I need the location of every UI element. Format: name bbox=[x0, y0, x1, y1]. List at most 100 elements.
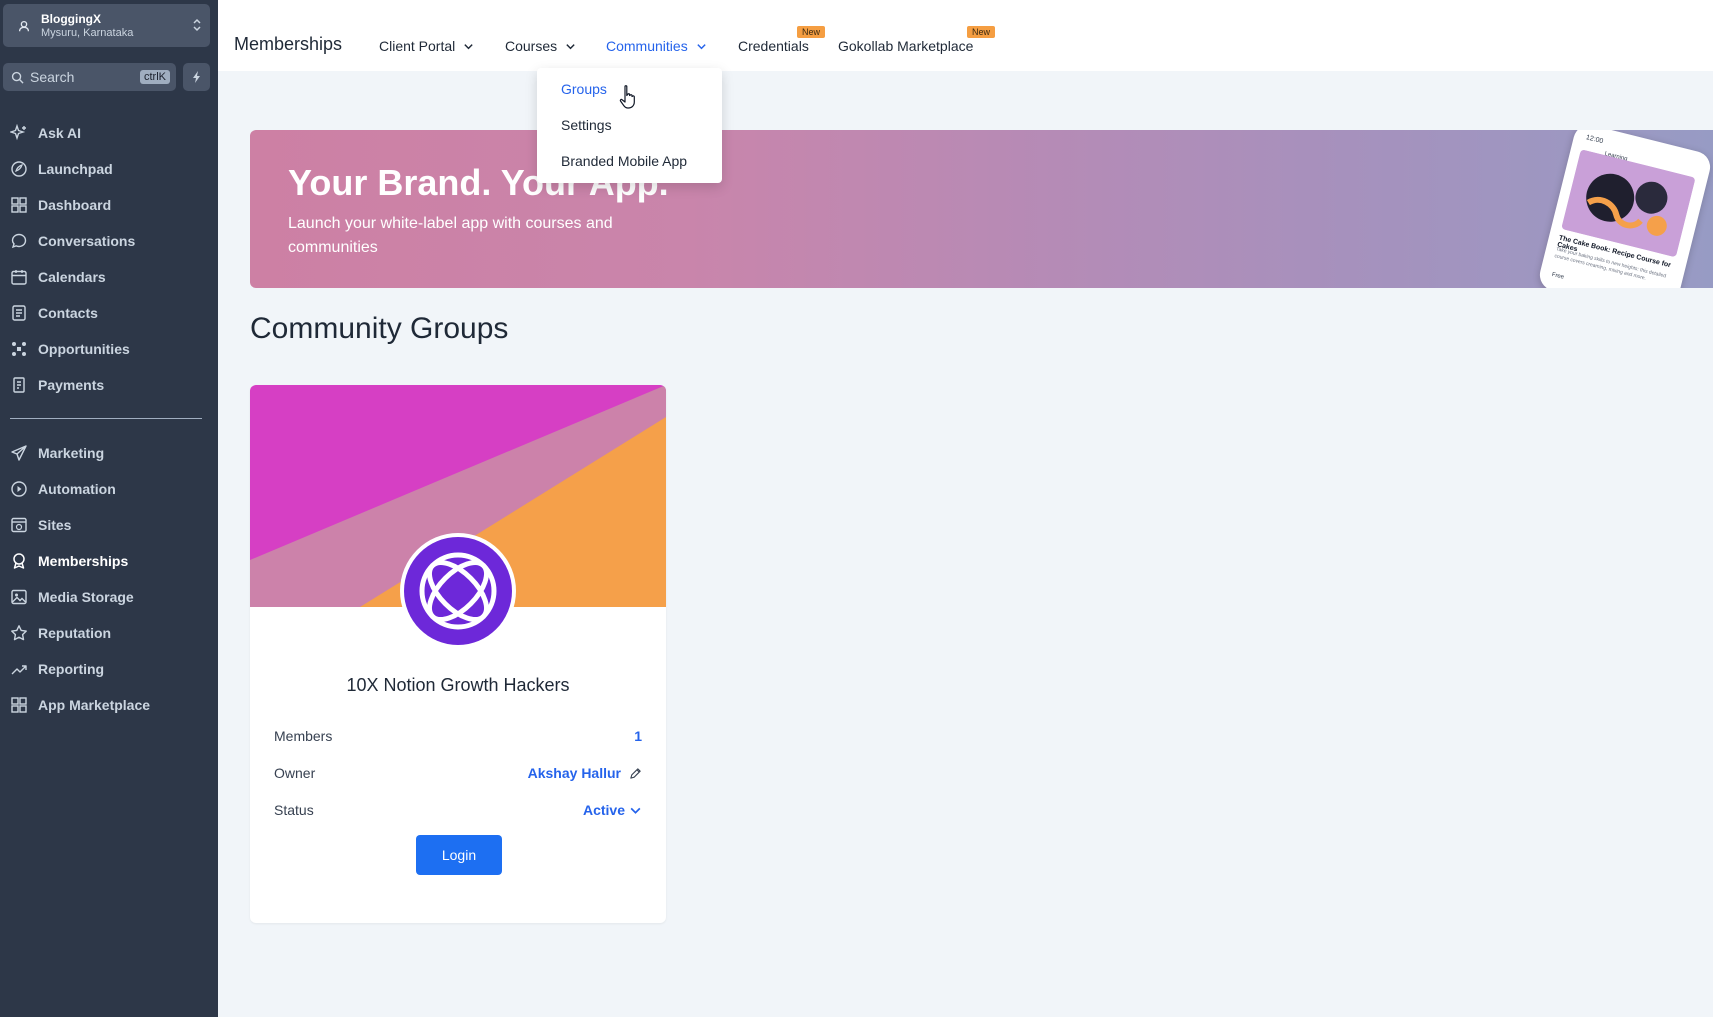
sidebar-item-label: Opportunities bbox=[38, 341, 130, 357]
sidebar-item-label: Dashboard bbox=[38, 197, 112, 213]
award-icon bbox=[13, 553, 25, 569]
sidebar-item-memberships[interactable]: Memberships bbox=[10, 548, 210, 574]
chevron-updown-icon bbox=[193, 18, 201, 32]
sidebar-item-label: Payments bbox=[38, 377, 105, 393]
sidebar-item-conversations[interactable]: Conversations bbox=[10, 228, 210, 254]
sidebar-item-reputation[interactable]: Reputation bbox=[10, 620, 210, 646]
play-circle-icon bbox=[11, 481, 27, 497]
pencil-icon[interactable] bbox=[629, 767, 642, 780]
sidebar-item-label: Memberships bbox=[38, 553, 129, 569]
image-icon bbox=[11, 589, 27, 605]
status-label: Status bbox=[274, 802, 314, 818]
owner-label: Owner bbox=[274, 765, 316, 781]
banner-subtitle: Launch your white-label app with courses… bbox=[288, 215, 613, 256]
sidebar-item-payments[interactable]: Payments bbox=[10, 372, 210, 398]
group-name: 10X Notion Growth Hackers bbox=[346, 675, 570, 695]
new-badge: New bbox=[797, 26, 826, 38]
lightning-icon bbox=[192, 71, 200, 83]
rocket-icon bbox=[11, 161, 27, 177]
chevron-down-icon bbox=[464, 43, 473, 49]
hand-cursor-icon bbox=[619, 85, 635, 109]
sidebar-divider bbox=[10, 418, 202, 419]
members-label: Members bbox=[274, 728, 333, 744]
star-icon bbox=[11, 625, 27, 641]
sidebar-item-media-storage[interactable]: Media Storage bbox=[10, 584, 210, 610]
sidebar: BloggingX Mysuru, Karnataka Search ctrlK… bbox=[0, 0, 218, 1017]
members-value: 1 bbox=[634, 728, 642, 744]
orbit-logo-icon bbox=[419, 552, 497, 630]
tab-label: Communities bbox=[606, 38, 688, 54]
phone-course-tag: Free bbox=[1551, 271, 1565, 281]
quick-action-button[interactable] bbox=[183, 63, 210, 91]
sidebar-item-marketing[interactable]: Marketing bbox=[10, 440, 210, 466]
promo-banner[interactable]: Your Brand. Your App. Launch your white-… bbox=[250, 130, 1713, 288]
section-title: Community Groups bbox=[250, 312, 509, 345]
page-title: Memberships bbox=[234, 34, 343, 54]
phone-mockup-illustration: 12:00 Learning The Cake Book: Recipe Cou… bbox=[1536, 130, 1713, 288]
calendar-icon bbox=[11, 270, 27, 285]
sidebar-item-opportunities[interactable]: Opportunities bbox=[10, 336, 210, 362]
phone-time: 12:00 bbox=[1585, 134, 1604, 146]
new-badge: New bbox=[967, 26, 996, 38]
menu-item-branded-mobile-app[interactable]: Branded Mobile App bbox=[561, 153, 687, 169]
login-button[interactable]: Login bbox=[416, 835, 502, 875]
members-count[interactable]: 1 bbox=[634, 728, 642, 744]
search-input[interactable]: Search ctrlK bbox=[3, 63, 176, 91]
menu-item-groups[interactable]: Groups bbox=[561, 81, 607, 97]
sparkle-icon bbox=[10, 124, 26, 141]
search-placeholder: Search bbox=[30, 69, 75, 85]
group-card: 10X Notion Growth Hackers Members 1 Owne… bbox=[250, 385, 666, 923]
user-icon bbox=[18, 20, 30, 31]
account-switcher[interactable]: BloggingX Mysuru, Karnataka bbox=[3, 4, 210, 47]
sidebar-item-label: Media Storage bbox=[38, 589, 134, 605]
search-shortcut: ctrlK bbox=[140, 70, 170, 84]
sidebar-item-label: Reputation bbox=[38, 625, 112, 641]
sidebar-item-ask-ai[interactable]: Ask AI bbox=[10, 120, 210, 146]
sidebar-item-reporting[interactable]: Reporting bbox=[10, 656, 210, 682]
sidebar-item-app-marketplace[interactable]: App Marketplace bbox=[10, 692, 210, 718]
sidebar-item-label: App Marketplace bbox=[38, 697, 151, 713]
tab-gokollab-marketplace[interactable]: Gokollab Marketplace bbox=[838, 38, 973, 54]
receipt-icon bbox=[13, 377, 25, 393]
sidebar-item-label: Contacts bbox=[38, 305, 98, 321]
chevron-down-icon bbox=[566, 43, 575, 49]
tab-client-portal[interactable]: Client Portal bbox=[379, 38, 474, 54]
account-location: Mysuru, Karnataka bbox=[41, 26, 134, 39]
chevron-down-icon bbox=[697, 43, 706, 49]
status-dropdown[interactable]: Active bbox=[583, 802, 642, 818]
send-icon bbox=[11, 445, 27, 461]
sidebar-item-calendars[interactable]: Calendars bbox=[10, 264, 210, 290]
menu-item-settings[interactable]: Settings bbox=[561, 117, 612, 133]
account-name: BloggingX bbox=[41, 11, 101, 26]
top-navigation: Memberships Client Portal Courses Commun… bbox=[218, 0, 1713, 71]
search-icon bbox=[11, 71, 24, 84]
chat-icon bbox=[11, 233, 27, 249]
apps-icon bbox=[11, 697, 27, 713]
grid-icon bbox=[11, 197, 27, 213]
owner-value[interactable]: Akshay Hallur bbox=[528, 765, 642, 781]
chevron-down-icon bbox=[630, 807, 641, 814]
trend-icon bbox=[11, 665, 27, 675]
sidebar-item-label: Automation bbox=[38, 481, 116, 497]
sidebar-item-automation[interactable]: Automation bbox=[10, 476, 210, 502]
tab-label: Courses bbox=[505, 38, 558, 54]
sidebar-item-label: Reporting bbox=[38, 661, 105, 677]
sidebar-item-label: Sites bbox=[38, 517, 72, 533]
owner-name: Akshay Hallur bbox=[527, 765, 621, 781]
contacts-icon bbox=[12, 305, 26, 321]
tab-label: Gokollab Marketplace bbox=[838, 38, 974, 54]
sidebar-item-label: Calendars bbox=[38, 269, 106, 285]
sidebar-item-label: Launchpad bbox=[38, 161, 113, 177]
sidebar-item-label: Conversations bbox=[38, 233, 136, 249]
tab-courses[interactable]: Courses bbox=[505, 38, 576, 54]
tab-credentials[interactable]: Credentials bbox=[738, 38, 809, 54]
funnel-icon bbox=[12, 342, 26, 356]
tab-communities[interactable]: Communities bbox=[606, 38, 707, 54]
sidebar-item-launchpad[interactable]: Launchpad bbox=[10, 156, 210, 182]
sidebar-item-dashboard[interactable]: Dashboard bbox=[10, 192, 210, 218]
sidebar-item-sites[interactable]: Sites bbox=[10, 512, 210, 538]
globe-window-icon bbox=[11, 517, 27, 533]
sidebar-item-contacts[interactable]: Contacts bbox=[10, 300, 210, 326]
status-value: Active bbox=[582, 802, 625, 818]
tab-label: Client Portal bbox=[379, 38, 456, 54]
